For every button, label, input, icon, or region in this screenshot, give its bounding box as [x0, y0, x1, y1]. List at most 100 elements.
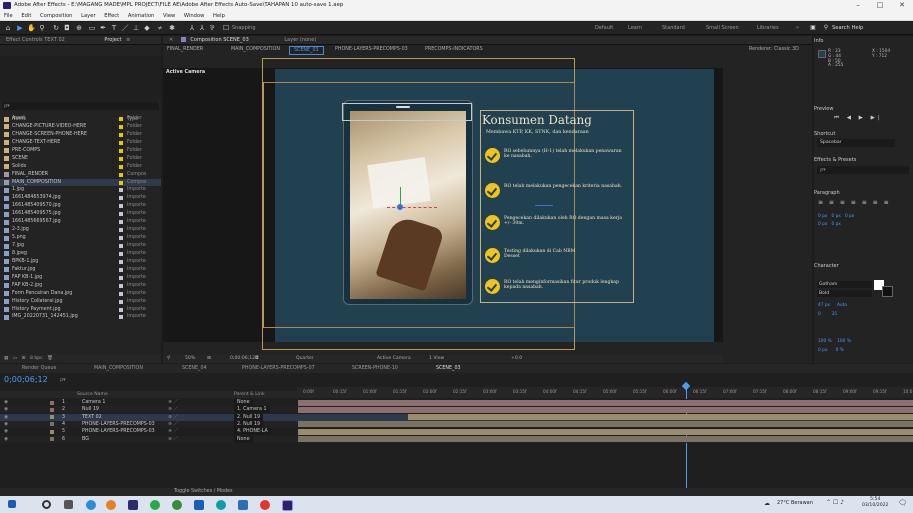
project-item[interactable]: FAP KB-2.jpg Importe: [0, 282, 161, 290]
project-item[interactable]: Asset Folder: [0, 115, 161, 123]
layer-switches[interactable]: ⊕ ／: [168, 406, 178, 413]
timeline-layer-row[interactable]: ◉ 6 BG ⊕ ／ None: [0, 435, 913, 443]
local-axis-icon[interactable]: ⅄: [188, 24, 196, 32]
workspace-default[interactable]: Default: [595, 22, 613, 35]
menu-animation[interactable]: Animation: [128, 13, 154, 19]
app-red-icon[interactable]: [260, 500, 270, 510]
project-item[interactable]: PRE-COMPS Folder: [0, 147, 161, 155]
font-style-dropdown[interactable]: Bold: [817, 290, 872, 297]
close-button[interactable]: ✕: [891, 0, 913, 11]
layer-name[interactable]: TEXT 02: [82, 414, 102, 421]
project-item[interactable]: FAP KB-1.jpg Importe: [0, 274, 161, 282]
effects-search-input[interactable]: ρ▾: [817, 166, 909, 174]
after-effects-taskbar-icon[interactable]: [282, 500, 293, 511]
stroke-color-swatch[interactable]: [882, 286, 893, 297]
label-color-swatch[interactable]: [119, 275, 123, 280]
home-icon[interactable]: ⌂: [4, 24, 12, 32]
label-color-swatch[interactable]: [119, 259, 123, 264]
pan-behind-tool-icon[interactable]: ⊕: [75, 24, 83, 32]
layer-duration-bar[interactable]: [298, 436, 913, 442]
project-item[interactable]: IMG_20220731_142451.jpg Importe: [0, 313, 161, 321]
label-color-swatch[interactable]: [119, 180, 123, 185]
chrome-icon[interactable]: [172, 500, 182, 510]
tab-screen-phone-10[interactable]: SCREEN-PHONE-10: [352, 364, 398, 373]
parent-dropdown[interactable]: 4. PHONE-LA: [234, 428, 271, 436]
paragraph-space-values[interactable]: 0 px 0 px: [818, 222, 841, 227]
tracking-values[interactable]: 0 35: [818, 312, 837, 317]
brush-tool-icon[interactable]: ／: [121, 24, 129, 32]
firefox-icon[interactable]: [106, 500, 116, 510]
menu-view[interactable]: View: [163, 13, 175, 19]
breadcrumb-precomps-indicators[interactable]: PRECOMPS-INDICATORS: [425, 45, 483, 54]
label-color-swatch[interactable]: [119, 140, 123, 145]
layer-name[interactable]: BG: [82, 436, 89, 443]
tab-main-composition[interactable]: MAIN_COMPOSITION: [94, 364, 143, 373]
label-color-swatch[interactable]: [119, 117, 123, 121]
project-item[interactable]: History Collateral.jpg Importe: [0, 298, 161, 306]
project-search-input[interactable]: ρ▾: [2, 102, 159, 110]
scale-values[interactable]: 100 % 100 %: [818, 339, 851, 344]
layer-name[interactable]: Null 19: [82, 406, 99, 413]
label-color-swatch[interactable]: [119, 204, 123, 209]
menu-edit[interactable]: Edit: [21, 13, 31, 19]
workspace-libraries[interactable]: Libraries: [757, 22, 779, 35]
rotate-tool-icon[interactable]: ↻: [52, 24, 60, 32]
tab-effect-controls[interactable]: Effect Controls TEXT 02: [6, 37, 65, 43]
trash-icon[interactable]: 🗑: [47, 356, 53, 361]
resolution-dropdown[interactable]: Quarter: [296, 355, 314, 363]
workspace-small-screen[interactable]: Small Screen: [706, 22, 739, 35]
timeline-layer-row[interactable]: ◉ 5 PHONE-LAYERS-PRECOMPS-03 ⊕ ／ 4. PHONE-LA: [0, 428, 913, 436]
project-item[interactable]: 7.jpg Importe: [0, 242, 161, 250]
project-item[interactable]: MAIN_COMPOSITION Compos: [0, 178, 161, 187]
new-folder-icon[interactable]: ▭: [13, 356, 17, 361]
layer-switches[interactable]: ⊕ ／: [168, 436, 178, 443]
label-color-swatch[interactable]: [119, 307, 123, 312]
label-color-swatch[interactable]: [119, 220, 123, 225]
task-view-icon[interactable]: [64, 500, 73, 509]
project-item[interactable]: 1661485669567.jpg Importe: [0, 218, 161, 226]
project-item[interactable]: Faktur.jpg Importe: [0, 266, 161, 274]
view-layout-dropdown[interactable]: 1 View: [429, 355, 444, 363]
label-color-swatch[interactable]: [119, 172, 123, 177]
project-item[interactable]: 1661485409570.jpg Importe: [0, 202, 161, 210]
layer-name[interactable]: PHONE-LAYERS-PRECOMPS-03: [82, 428, 155, 435]
timeline-layer-row[interactable]: ◉ 4 PHONE-LAYERS-PRECOMPS-03 ⊕ ／ 2. Null 19: [0, 420, 913, 428]
label-color-swatch[interactable]: [119, 164, 123, 169]
layer-name[interactable]: PHONE-LAYERS-PRECOMPS-03: [82, 421, 155, 428]
label-color-swatch[interactable]: [119, 315, 123, 320]
timeline-search-icon[interactable]: ρ▾: [60, 377, 66, 383]
clock[interactable]: 5:54 03/10/2022: [862, 497, 888, 509]
label-color-swatch[interactable]: [119, 148, 123, 153]
label-color-swatch[interactable]: [119, 132, 123, 137]
shortcut-dropdown[interactable]: Spacebar: [817, 139, 895, 147]
menu-effect[interactable]: Effect: [104, 13, 119, 19]
current-time-display[interactable]: 0;00;06;12: [230, 355, 255, 363]
snapshot-camera-icon[interactable]: ◘: [255, 355, 259, 363]
workspace-standard[interactable]: Standard: [662, 22, 685, 35]
project-item[interactable]: 1661484653974.jpg Importe: [0, 194, 161, 202]
label-color-swatch[interactable]: [119, 196, 123, 201]
font-size-values[interactable]: 47 px Auto: [818, 303, 847, 308]
layer-switches[interactable]: ⊕ ／: [168, 399, 178, 406]
breadcrumb-phone-layers[interactable]: PHONE-LAYERS-PRECOMPS-03: [335, 45, 408, 54]
parent-dropdown[interactable]: 2. Null 19: [234, 413, 264, 421]
layer-label-color[interactable]: [50, 415, 54, 420]
bpc-label[interactable]: 8 bpc: [30, 356, 43, 361]
view-axis-icon[interactable]: ⅌: [208, 24, 216, 32]
tray-icons[interactable]: ⌃ ☐ ♪: [826, 499, 844, 506]
col-source-name[interactable]: Source Name: [77, 391, 108, 398]
layer-duration-bar[interactable]: [298, 428, 913, 435]
menu-composition[interactable]: Composition: [40, 13, 72, 19]
rectangle-tool-icon[interactable]: ▭: [88, 24, 96, 32]
screen-icon[interactable]: ▣: [809, 24, 817, 32]
x-axis-handle[interactable]: [387, 207, 437, 208]
label-color-swatch[interactable]: [119, 299, 123, 304]
search-icon[interactable]: [42, 500, 51, 509]
project-item[interactable]: Form Pencairan Dana.jpg Importe: [0, 290, 161, 298]
word-icon[interactable]: [238, 500, 248, 510]
world-axis-icon[interactable]: ⅄: [198, 24, 206, 32]
label-color-swatch[interactable]: [119, 283, 123, 288]
tab-layer[interactable]: Layer (none): [284, 37, 316, 43]
visibility-eye-icon[interactable]: ◉: [4, 399, 8, 406]
label-color-swatch[interactable]: [119, 212, 123, 217]
